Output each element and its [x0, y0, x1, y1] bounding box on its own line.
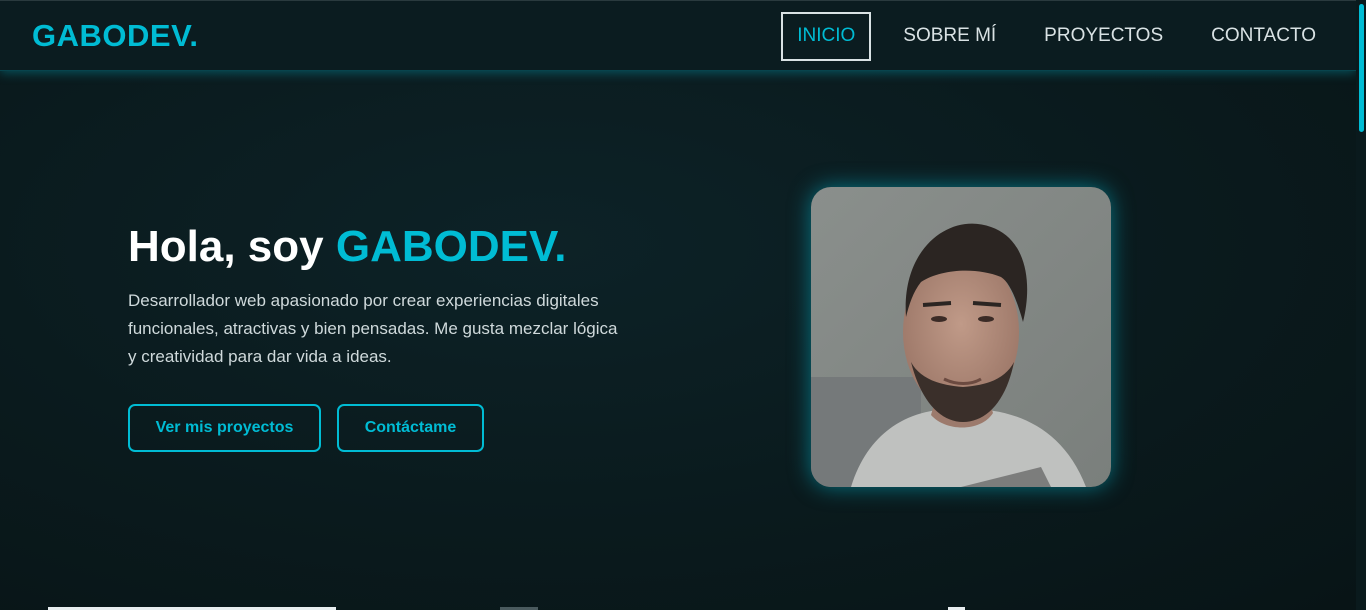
view-projects-button[interactable]: Ver mis proyectos — [128, 404, 321, 452]
contact-button[interactable]: Contáctame — [337, 404, 484, 452]
hero-title-name: GABODEV. — [335, 222, 567, 271]
page-scrollbar[interactable] — [1356, 0, 1366, 610]
profile-photo — [811, 187, 1111, 487]
hero-title-prefix: Hola, soy — [128, 222, 336, 271]
profile-photo-image — [811, 187, 1111, 487]
scrollbar-thumb[interactable] — [1359, 4, 1364, 132]
hero-title: Hola, soy GABODEV. — [128, 222, 567, 272]
site-logo[interactable]: GABODEV. — [32, 18, 199, 54]
navbar: GABODEV. INICIO SOBRE MÍ PROYECTOS CONTA… — [0, 0, 1356, 71]
nav-item-inicio[interactable]: INICIO — [781, 11, 872, 61]
main-nav: INICIO SOBRE MÍ PROYECTOS CONTACTO — [781, 11, 1332, 61]
nav-item-sobre-mi[interactable]: SOBRE MÍ — [887, 12, 1012, 61]
nav-item-proyectos[interactable]: PROYECTOS — [1028, 12, 1179, 61]
hero-description: Desarrollador web apasionado por crear e… — [128, 291, 618, 366]
nav-item-contacto[interactable]: CONTACTO — [1195, 12, 1332, 61]
